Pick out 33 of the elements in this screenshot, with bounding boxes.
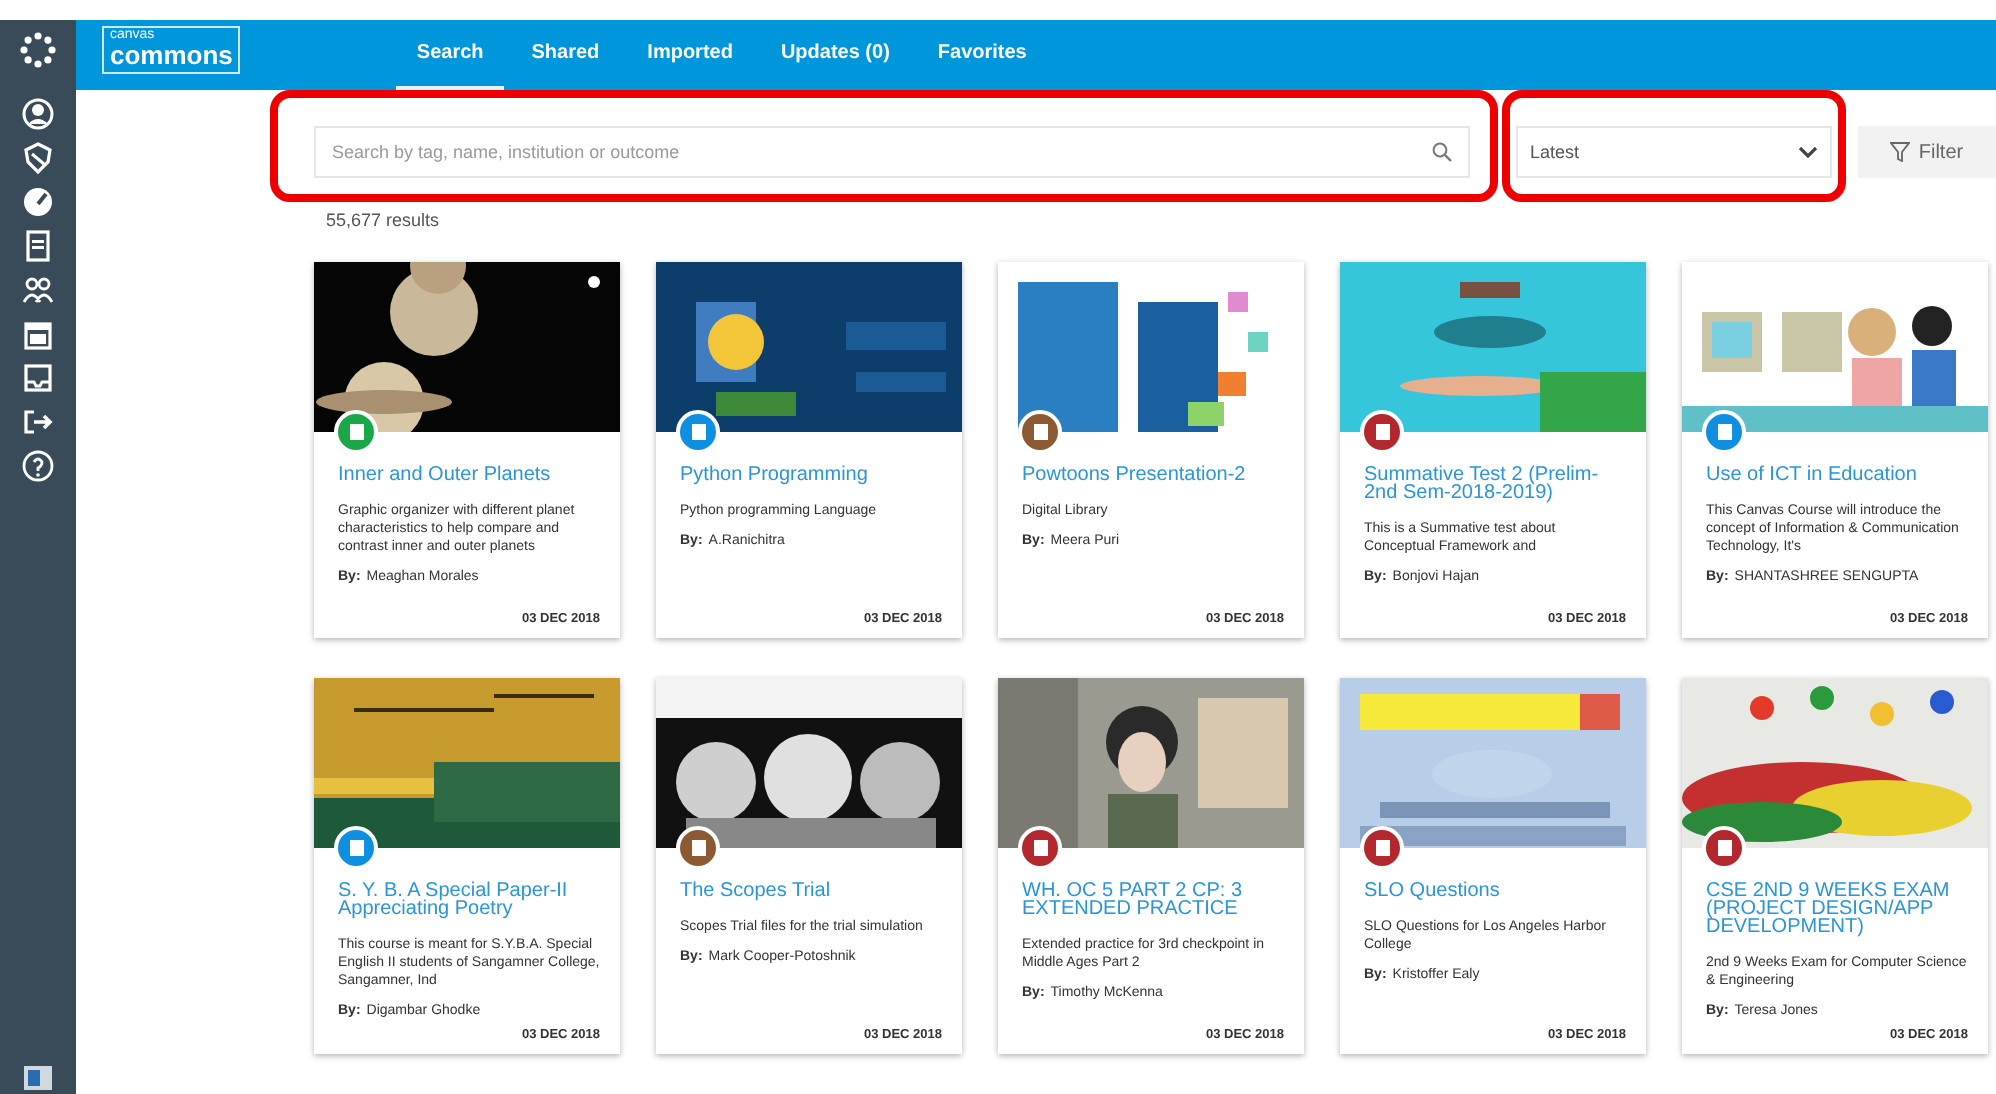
nav-tab[interactable]: Favorites: [917, 20, 1047, 90]
caret-icon: [1798, 146, 1818, 158]
calendar-icon[interactable]: [22, 318, 54, 350]
people-icon[interactable]: [22, 274, 54, 306]
inbox-icon[interactable]: [22, 362, 54, 394]
card-title[interactable]: Powtoons Presentation-2: [1022, 466, 1284, 484]
gauge-icon[interactable]: [22, 186, 54, 218]
logout-icon[interactable]: [22, 406, 54, 438]
search-field[interactable]: Search by tag, name, institution or outcome: [314, 126, 1470, 178]
help-icon[interactable]: [22, 450, 54, 482]
card-title[interactable]: SLO Questions: [1364, 882, 1626, 900]
user-icon[interactable]: [22, 98, 54, 130]
nav-tab[interactable]: Imported: [627, 20, 753, 90]
card-title[interactable]: Inner and Outer Planets: [338, 466, 600, 484]
card-title[interactable]: Summative Test 2 (Prelim-2nd Sem-2018-2019): [1364, 466, 1626, 502]
card-title[interactable]: WH. OC 5 PART 2 CP: 3 EXTENDED PRACTICE: [1022, 882, 1284, 918]
results-count: 55,677 results: [326, 210, 442, 230]
shield-icon[interactable]: [22, 142, 54, 174]
nav-tab[interactable]: Shared: [511, 20, 620, 90]
card-title[interactable]: CSE 2ND 9 WEEKS EXAM (PROJECT DESIGN/APP DEVELOPMENT): [1706, 882, 1968, 936]
sort-dropdown[interactable]: Latest: [1516, 126, 1832, 178]
logo-icon[interactable]: [18, 30, 58, 70]
filter-icon: [1890, 142, 1911, 162]
nav-tab[interactable]: Updates (0): [760, 20, 910, 90]
card-title[interactable]: S. Y. B. A Special Paper-II Appreciating Poetry: [338, 882, 600, 918]
nav-tab[interactable]: Search: [396, 20, 504, 90]
search-icon[interactable]: [1432, 142, 1452, 162]
filter-button[interactable]: Filter: [1858, 126, 1996, 178]
book-icon[interactable]: [22, 230, 54, 262]
card-title[interactable]: Python Programming: [680, 466, 942, 484]
card-title[interactable]: Use of ICT in Education: [1706, 466, 1968, 484]
card-title[interactable]: The Scopes Trial: [680, 882, 942, 900]
window-icon[interactable]: [24, 1066, 52, 1090]
